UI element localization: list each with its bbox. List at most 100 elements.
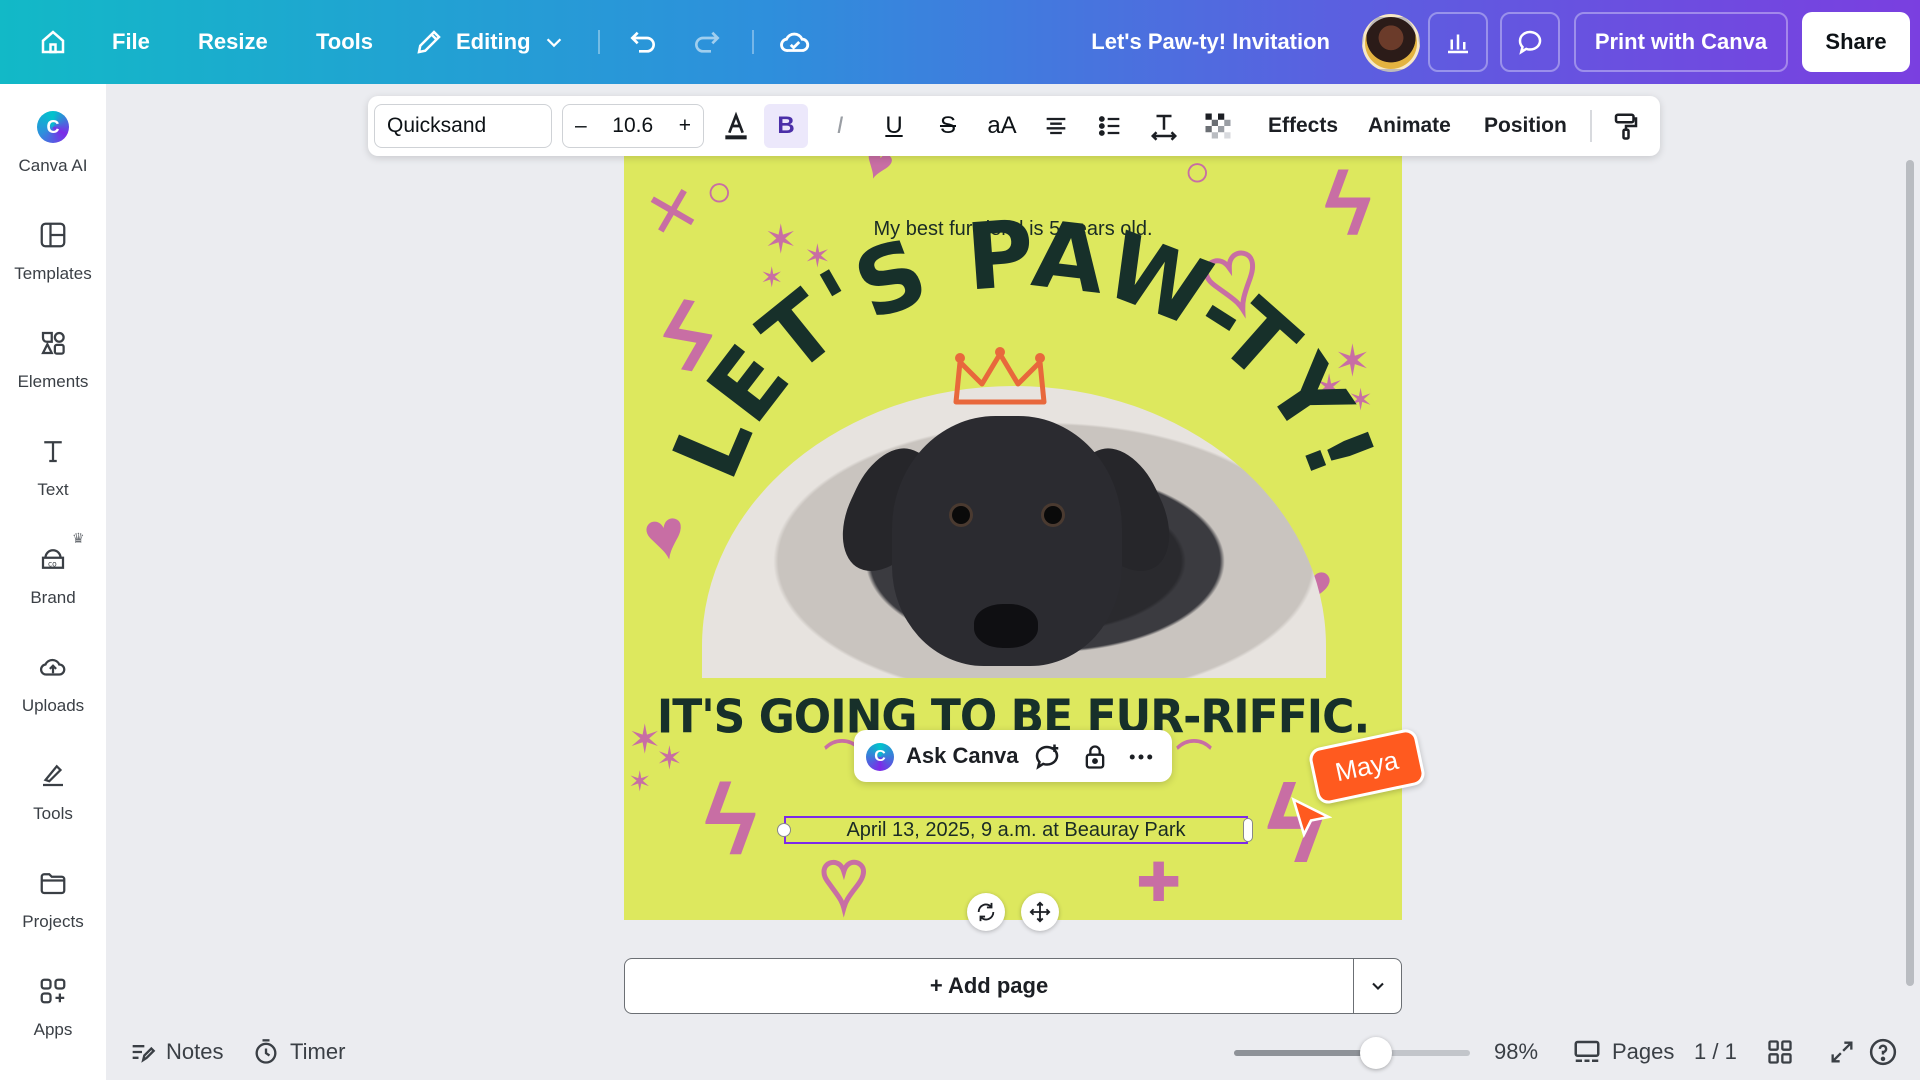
tools-menu[interactable]: Tools	[316, 0, 373, 84]
help-button[interactable]	[1868, 1024, 1898, 1080]
align-center-icon	[1046, 117, 1066, 135]
file-menu[interactable]: File	[112, 0, 150, 84]
home-button[interactable]	[32, 21, 74, 63]
sidebar-item-label: Brand	[30, 588, 76, 607]
animate-button[interactable]: Animate	[1368, 96, 1451, 156]
sidebar-item-text[interactable]: Text	[0, 416, 106, 520]
move-button[interactable]	[1021, 893, 1059, 931]
apps-icon	[36, 974, 70, 1008]
pages-button[interactable]: Pages	[1572, 1024, 1674, 1080]
align-button[interactable]	[1034, 104, 1078, 148]
timer-button[interactable]: Timer	[252, 1024, 345, 1080]
bar-chart-icon	[1448, 34, 1468, 54]
notes-icon	[132, 1045, 156, 1063]
sidebar-item-brand[interactable]: ♛ co Brand	[0, 524, 106, 628]
text-toolbar: Quicksand – 10.6 + B I U S aA Effects An…	[368, 96, 1660, 156]
notes-button[interactable]: Notes	[128, 1024, 223, 1080]
fullscreen-button[interactable]	[1828, 1024, 1856, 1080]
position-button[interactable]: Position	[1484, 96, 1567, 156]
sidebar-item-apps[interactable]: Apps	[0, 956, 106, 1060]
add-page-button[interactable]: + Add page	[624, 958, 1354, 1014]
list-button[interactable]	[1088, 104, 1132, 148]
comment-plus-icon	[1035, 744, 1059, 770]
grid-view-button[interactable]	[1766, 1024, 1794, 1080]
sidebar-item-label: Text	[37, 480, 69, 499]
undo-button[interactable]	[622, 21, 664, 63]
sidebar-item-uploads[interactable]: Uploads	[0, 632, 106, 736]
editing-mode-dropdown[interactable]: Editing	[414, 0, 565, 84]
print-with-canva-button[interactable]: Print with Canva	[1574, 12, 1788, 72]
chevron-down-icon	[546, 38, 561, 48]
text-color-icon	[725, 111, 747, 140]
sidebar-item-projects[interactable]: Projects	[0, 848, 106, 952]
resize-handle-right[interactable]	[1243, 818, 1253, 842]
lock-icon	[1085, 745, 1105, 769]
undo-icon	[630, 31, 655, 53]
redo-icon	[695, 31, 720, 53]
bold-button[interactable]: B	[764, 104, 808, 148]
sidebar-item-templates[interactable]: Templates	[0, 200, 106, 304]
expand-icon	[1831, 1041, 1853, 1063]
sidebar-item-label: Projects	[22, 912, 84, 931]
font-size-stepper[interactable]: – 10.6 +	[562, 104, 704, 148]
decrease-font-size-button[interactable]: –	[575, 114, 587, 138]
rotate-button[interactable]	[967, 893, 1005, 931]
canva-ai-icon: C	[36, 110, 70, 144]
redo-button[interactable]	[686, 21, 728, 63]
date-text-box[interactable]: April 13, 2025, 9 a.m. at Beauray Park	[784, 816, 1248, 844]
sidebar-item-tools[interactable]: Tools	[0, 740, 106, 844]
insights-button[interactable]	[1428, 12, 1488, 72]
sidebar-item-canva-ai[interactable]: C Canva AI	[0, 92, 106, 196]
top-bar: File Resize Tools Editing Let's Paw-ty! …	[0, 0, 1920, 84]
chevron-down-icon	[1371, 982, 1384, 990]
resize-handle-left[interactable]	[777, 823, 791, 837]
left-sidebar: C Canva AI Templates Elements Text ♛ co …	[0, 84, 106, 1080]
sidebar-item-label: Elements	[17, 372, 89, 391]
spacing-button[interactable]	[1142, 104, 1186, 148]
strikethrough-button[interactable]: S	[926, 104, 970, 148]
lightning-doodle-icon: ϟ	[704, 764, 757, 876]
font-size-value[interactable]: 10.6	[612, 114, 653, 138]
grid-icon	[1768, 1040, 1792, 1064]
copy-style-button[interactable]	[1604, 104, 1648, 148]
underline-button[interactable]: U	[872, 104, 916, 148]
transparency-button[interactable]	[1196, 104, 1240, 148]
ask-canva-button[interactable]: Ask Canva	[906, 730, 1019, 782]
transparency-icon	[1205, 113, 1231, 139]
letter-case-button[interactable]: aA	[980, 104, 1024, 148]
star-doodle-icon: ✶	[656, 740, 683, 776]
share-button[interactable]: Share	[1802, 12, 1910, 72]
zoom-slider-fill	[1234, 1050, 1376, 1056]
increase-font-size-button[interactable]: +	[679, 114, 691, 138]
font-family-dropdown[interactable]: Quicksand	[374, 104, 552, 148]
italic-button[interactable]: I	[818, 104, 862, 148]
zoom-slider[interactable]	[1234, 1037, 1470, 1069]
crown-icon	[953, 347, 1047, 405]
tools-icon	[36, 758, 70, 792]
sidebar-item-label: Uploads	[21, 696, 85, 715]
sidebar-item-elements[interactable]: Elements	[0, 308, 106, 412]
editing-label: Editing	[456, 29, 531, 54]
comments-button[interactable]	[1500, 12, 1560, 72]
divider	[752, 30, 754, 54]
effects-button[interactable]: Effects	[1268, 96, 1338, 156]
headline-text[interactable]: LET'S PAW-TY!	[624, 150, 1402, 530]
paint-roller-icon	[1614, 113, 1638, 140]
comment-icon	[1518, 30, 1542, 55]
text-color-button[interactable]	[714, 104, 758, 148]
save-status-button[interactable]	[774, 21, 816, 63]
vertical-scrollbar[interactable]	[1906, 160, 1914, 986]
add-page-options-button[interactable]	[1353, 958, 1402, 1014]
resize-menu[interactable]: Resize	[198, 0, 268, 84]
design-title[interactable]: Let's Paw-ty! Invitation	[1091, 0, 1330, 84]
avatar[interactable]	[1362, 14, 1420, 72]
lock-button[interactable]	[1080, 742, 1110, 772]
add-comment-button[interactable]	[1032, 742, 1062, 772]
design-page[interactable]: ✕ ○ ✶ ✶ ✶ ♥ ○ ϟ ♥ ϟ ✶ ✶ ✶ ♥ ♥ ✶ ✶ ✶ ϟ ϟ …	[624, 150, 1402, 920]
star-doodle-icon: ✶	[628, 766, 652, 797]
zoom-slider-handle[interactable]	[1359, 1037, 1392, 1069]
more-options-button[interactable]	[1126, 742, 1156, 772]
zoom-level[interactable]: 98%	[1494, 1024, 1538, 1080]
uploads-icon	[36, 650, 70, 684]
dog-nose	[974, 604, 1038, 648]
